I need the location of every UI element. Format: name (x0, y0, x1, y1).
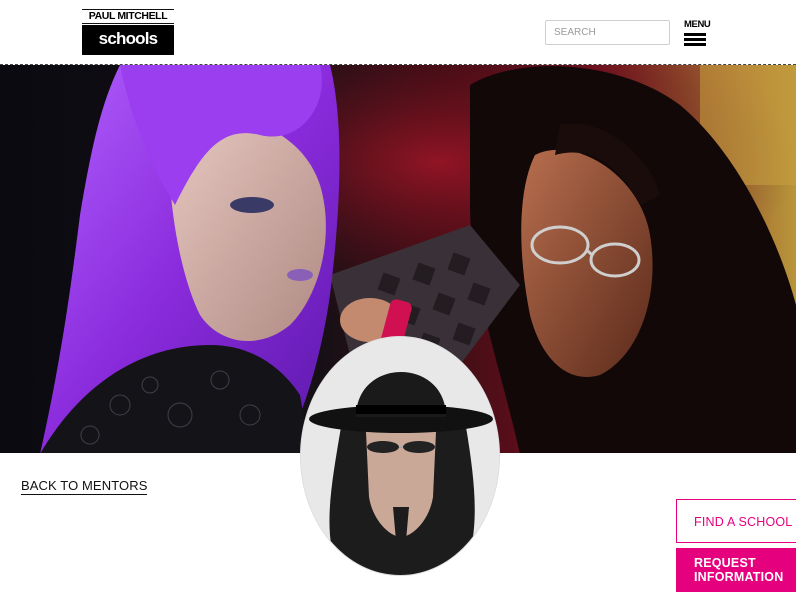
paul-mitchell-schools-logo[interactable]: PAUL MITCHELL schools (82, 9, 174, 55)
find-a-school-button[interactable]: FIND A SCHOOL (676, 499, 796, 543)
site-header: PAUL MITCHELL schools MENU (0, 0, 796, 64)
menu-label: MENU (684, 19, 711, 30)
mentor-portrait (300, 336, 500, 576)
hamburger-icon-bar (684, 38, 706, 41)
menu-button[interactable]: MENU (684, 19, 711, 47)
hamburger-icon (684, 33, 706, 36)
logo-wordmark-bottom: schools (82, 25, 174, 55)
request-information-button[interactable]: REQUEST INFORMATION (676, 548, 796, 592)
hamburger-icon-bar (684, 43, 706, 46)
request-label-line2: INFORMATION (694, 570, 784, 584)
back-to-mentors-link[interactable]: BACK TO MENTORS (21, 478, 148, 495)
request-label-line1: REQUEST (694, 556, 756, 570)
logo-wordmark-top: PAUL MITCHELL (82, 9, 174, 24)
search-input[interactable] (545, 20, 670, 45)
